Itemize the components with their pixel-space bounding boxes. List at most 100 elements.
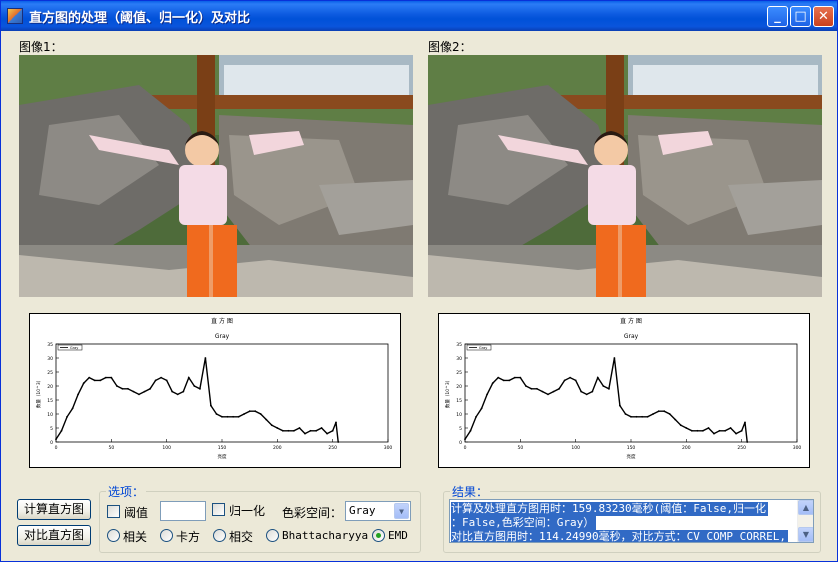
data-point xyxy=(491,382,494,385)
data-point xyxy=(580,390,583,393)
chart-subtitle: Gray xyxy=(624,333,639,340)
minimize-button[interactable]: _ xyxy=(767,6,788,27)
results-textbox[interactable]: 计算及处理直方图用时：159.83230毫秒(阈值：False,归一化 ：Fal… xyxy=(449,499,814,543)
method-label-emd: EMD xyxy=(388,529,408,542)
results-group-title: 结果： xyxy=(450,483,491,500)
x-tick-label: 50 xyxy=(517,445,523,451)
data-point xyxy=(475,415,477,418)
data-point xyxy=(641,415,643,418)
y-tick-label: 35 xyxy=(47,342,53,348)
colorspace-label: 色彩空间： xyxy=(282,506,343,520)
threshold-checkbox[interactable] xyxy=(107,505,120,518)
results-scrollbar[interactable]: ▲ ▼ xyxy=(797,500,813,542)
y-tick-label: 25 xyxy=(456,370,462,376)
data-point xyxy=(668,413,671,415)
title-bar[interactable]: 直方图的处理（阈值、归一化）及对比 _ □ ✕ xyxy=(1,1,837,31)
y-tick-label: 10 xyxy=(47,412,53,418)
data-point xyxy=(740,429,743,432)
data-point xyxy=(160,376,163,379)
method-radio-bhattacharyya[interactable] xyxy=(266,529,279,542)
colorspace-value: Gray xyxy=(349,504,376,517)
method-radio-intersect[interactable] xyxy=(213,529,226,542)
colorspace-select[interactable]: Gray ▼ xyxy=(345,501,411,521)
data-point xyxy=(88,376,91,379)
x-tick-label: 300 xyxy=(384,445,393,451)
x-tick-label: 150 xyxy=(218,445,227,451)
close-button[interactable]: ✕ xyxy=(813,6,834,27)
data-point xyxy=(143,390,146,393)
data-point xyxy=(287,429,290,432)
data-point xyxy=(679,424,682,427)
maximize-button[interactable]: □ xyxy=(790,6,811,27)
data-point xyxy=(176,393,179,396)
x-axis-label: 亮度 xyxy=(218,453,227,460)
scroll-up-icon[interactable]: ▲ xyxy=(798,500,813,515)
histogram1-panel: 直 方 图 Gray 0 5 10 15 20 25 30 35 0 50 100 150 200 250 30… xyxy=(29,313,401,468)
y-tick-label: 15 xyxy=(456,398,462,404)
data-point xyxy=(331,429,334,432)
data-point xyxy=(104,376,107,379)
result-line: ：False,色彩空间：Gray） xyxy=(451,516,597,530)
data-point xyxy=(93,379,96,382)
data-point xyxy=(663,410,666,413)
data-point xyxy=(624,413,627,415)
calc-histogram-button[interactable]: 计算直方图 xyxy=(17,499,91,520)
data-point xyxy=(569,376,571,379)
legend-label: Gray xyxy=(479,346,487,350)
data-point xyxy=(254,410,257,413)
x-tick-label: 150 xyxy=(627,445,636,451)
x-tick-label: 200 xyxy=(682,445,691,451)
x-tick-label: 250 xyxy=(328,445,337,451)
data-point xyxy=(502,379,505,382)
data-point xyxy=(574,379,577,382)
data-point xyxy=(591,390,594,393)
window-title: 直方图的处理（阈值、归一化）及对比 xyxy=(29,11,251,26)
result-line: 计算及处理直方图用时：159.83230毫秒(阈值：False,归一化 xyxy=(451,502,768,516)
data-point xyxy=(171,390,174,393)
data-point xyxy=(563,379,566,382)
chart-subtitle: Gray xyxy=(215,333,230,340)
data-point xyxy=(55,438,57,441)
data-point xyxy=(519,376,522,379)
data-point xyxy=(193,385,196,387)
data-point xyxy=(215,413,218,415)
image1-label: 图像1： xyxy=(19,40,63,54)
data-point xyxy=(652,413,654,415)
data-point xyxy=(707,427,710,429)
threshold-input[interactable] xyxy=(160,501,206,521)
data-point xyxy=(77,393,79,396)
data-point xyxy=(558,387,560,390)
data-point xyxy=(320,427,323,429)
data-point xyxy=(536,387,538,390)
data-point xyxy=(486,393,488,396)
normalize-label: 归一化 xyxy=(229,504,266,518)
compare-histogram-button[interactable]: 对比直方图 xyxy=(17,525,91,546)
method-label-correl: 相关 xyxy=(123,530,148,544)
data-point xyxy=(525,385,527,387)
method-radio-correl[interactable] xyxy=(107,529,120,542)
data-point xyxy=(724,429,726,432)
data-point xyxy=(138,393,140,396)
data-point xyxy=(746,441,749,443)
x-tick-label: 0 xyxy=(464,445,467,451)
method-radio-emd[interactable] xyxy=(372,529,385,542)
data-point xyxy=(110,376,113,379)
data-point xyxy=(674,418,677,421)
x-tick-label: 300 xyxy=(793,445,802,451)
scroll-down-icon[interactable]: ▼ xyxy=(798,527,813,542)
data-point xyxy=(547,393,549,396)
data-point xyxy=(744,421,746,424)
data-point xyxy=(464,438,466,441)
data-point xyxy=(270,424,273,427)
data-point xyxy=(204,357,207,359)
normalize-checkbox[interactable] xyxy=(212,503,225,516)
data-point xyxy=(199,387,201,390)
x-tick-label: 0 xyxy=(55,445,58,451)
method-radio-chisqr[interactable] xyxy=(160,529,173,542)
y-tick-label: 20 xyxy=(456,384,462,390)
chevron-down-icon[interactable]: ▼ xyxy=(394,503,409,519)
data-point xyxy=(729,427,732,429)
x-tick-label: 100 xyxy=(162,445,171,451)
x-tick-label: 250 xyxy=(737,445,746,451)
data-point xyxy=(718,429,721,432)
